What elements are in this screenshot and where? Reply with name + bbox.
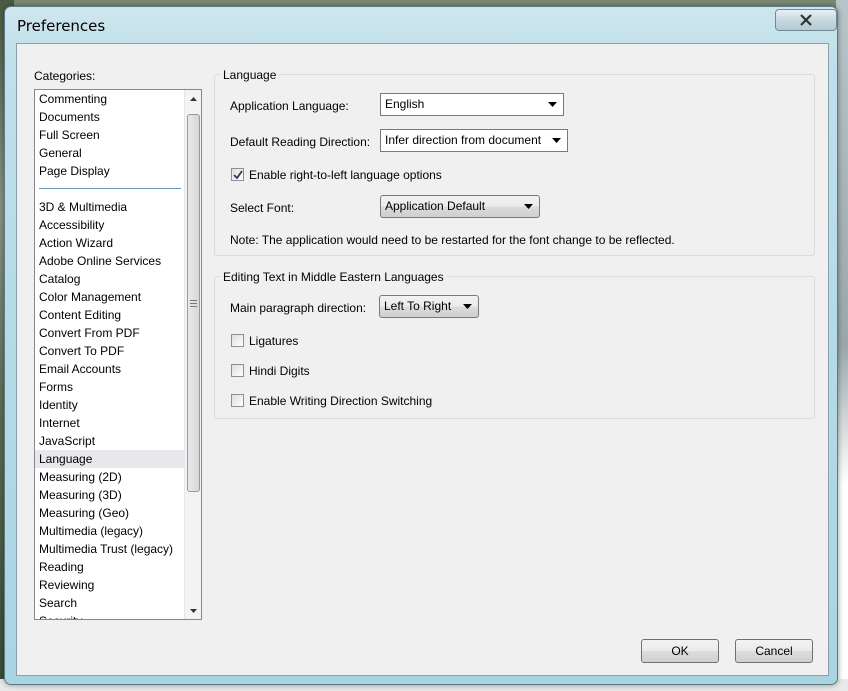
app-language-dropdown[interactable]: English bbox=[380, 93, 564, 116]
categories-label: Categories: bbox=[34, 69, 96, 83]
category-item[interactable]: Measuring (Geo) bbox=[35, 504, 185, 522]
category-item[interactable]: Documents bbox=[35, 108, 185, 126]
category-item[interactable]: Language bbox=[35, 450, 185, 468]
close-icon bbox=[800, 14, 812, 26]
writing-direction-label[interactable]: Enable Writing Direction Switching bbox=[249, 394, 432, 408]
middle-eastern-group-title: Editing Text in Middle Eastern Languages bbox=[220, 270, 447, 284]
categories-list: Commenting Documents Full Screen General Pag… bbox=[35, 90, 185, 619]
app-language-value: English bbox=[385, 97, 425, 111]
category-item[interactable]: Multimedia (legacy) bbox=[35, 522, 185, 540]
category-item[interactable]: Color Management bbox=[35, 288, 185, 306]
category-item[interactable]: Internet bbox=[35, 414, 185, 432]
category-item[interactable]: 3D & Multimedia bbox=[35, 198, 185, 216]
category-item[interactable]: Action Wizard bbox=[35, 234, 185, 252]
categories-scrollbar[interactable] bbox=[184, 90, 201, 619]
category-item[interactable]: Full Screen bbox=[35, 126, 185, 144]
ligatures-checkbox[interactable] bbox=[231, 334, 244, 347]
reading-direction-value: Infer direction from document bbox=[385, 133, 542, 147]
category-item[interactable]: Measuring (3D) bbox=[35, 486, 185, 504]
category-item[interactable]: Convert From PDF bbox=[35, 324, 185, 342]
scroll-down-icon bbox=[190, 608, 197, 613]
scroll-down-button[interactable] bbox=[185, 602, 201, 619]
category-item[interactable]: Identity bbox=[35, 396, 185, 414]
dialog-client-area: Categories: Commenting Documents Full Scre… bbox=[16, 43, 829, 676]
category-item[interactable]: Accessibility bbox=[35, 216, 185, 234]
app-language-label: Application Language: bbox=[230, 99, 349, 113]
category-item[interactable]: Reading bbox=[35, 558, 185, 576]
category-item[interactable]: Security bbox=[35, 612, 185, 619]
hindi-digits-checkbox[interactable] bbox=[231, 364, 244, 377]
category-item[interactable]: Email Accounts bbox=[35, 360, 185, 378]
preferences-dialog: Preferences Categories: Commenting Docume… bbox=[4, 6, 838, 685]
dropdown-arrow-icon bbox=[519, 197, 538, 216]
dropdown-arrow-icon bbox=[458, 297, 477, 316]
scroll-thumb[interactable] bbox=[187, 114, 200, 492]
language-group-title: Language bbox=[220, 68, 280, 82]
scroll-up-icon bbox=[190, 96, 197, 101]
dialog-title: Preferences bbox=[17, 17, 106, 35]
reading-direction-dropdown[interactable]: Infer direction from document bbox=[380, 129, 568, 152]
category-item[interactable]: JavaScript bbox=[35, 432, 185, 450]
category-item[interactable]: Measuring (2D) bbox=[35, 468, 185, 486]
category-item[interactable]: Commenting bbox=[35, 90, 185, 108]
paragraph-direction-value: Left To Right bbox=[384, 299, 452, 313]
category-item[interactable]: Content Editing bbox=[35, 306, 185, 324]
category-item[interactable]: Convert To PDF bbox=[35, 342, 185, 360]
dropdown-arrow-icon bbox=[543, 95, 562, 114]
ok-button[interactable]: OK bbox=[641, 639, 719, 663]
paragraph-direction-label: Main paragraph direction: bbox=[230, 301, 367, 315]
category-item[interactable]: Catalog bbox=[35, 270, 185, 288]
categories-listbox[interactable]: Commenting Documents Full Screen General Pag… bbox=[34, 89, 202, 620]
writing-direction-checkbox[interactable] bbox=[231, 394, 244, 407]
rtl-checkbox[interactable] bbox=[231, 168, 244, 181]
rtl-checkbox-label[interactable]: Enable right-to-left language options bbox=[249, 168, 442, 182]
reading-direction-label: Default Reading Direction: bbox=[230, 135, 371, 149]
category-item[interactable]: Forms bbox=[35, 378, 185, 396]
category-item[interactable]: Page Display bbox=[35, 162, 185, 180]
select-font-label: Select Font: bbox=[230, 201, 295, 215]
category-item[interactable]: Multimedia Trust (legacy) bbox=[35, 540, 185, 558]
checkmark-icon bbox=[233, 170, 243, 180]
ligatures-label[interactable]: Ligatures bbox=[249, 334, 298, 348]
cancel-button[interactable]: Cancel bbox=[735, 639, 813, 663]
grip-icon bbox=[190, 299, 197, 307]
scroll-up-button[interactable] bbox=[185, 90, 201, 107]
dropdown-arrow-icon bbox=[547, 131, 566, 150]
category-item[interactable]: Search bbox=[35, 594, 185, 612]
hindi-digits-label[interactable]: Hindi Digits bbox=[249, 364, 310, 378]
paragraph-direction-dropdown[interactable]: Left To Right bbox=[379, 295, 479, 318]
close-button[interactable] bbox=[775, 9, 837, 31]
select-font-value: Application Default bbox=[385, 199, 486, 213]
list-separator bbox=[35, 180, 185, 198]
category-item[interactable]: Reviewing bbox=[35, 576, 185, 594]
select-font-dropdown[interactable]: Application Default bbox=[380, 195, 540, 218]
category-item[interactable]: General bbox=[35, 144, 185, 162]
font-change-note: Note: The application would need to be r… bbox=[230, 233, 675, 247]
category-item[interactable]: Adobe Online Services bbox=[35, 252, 185, 270]
